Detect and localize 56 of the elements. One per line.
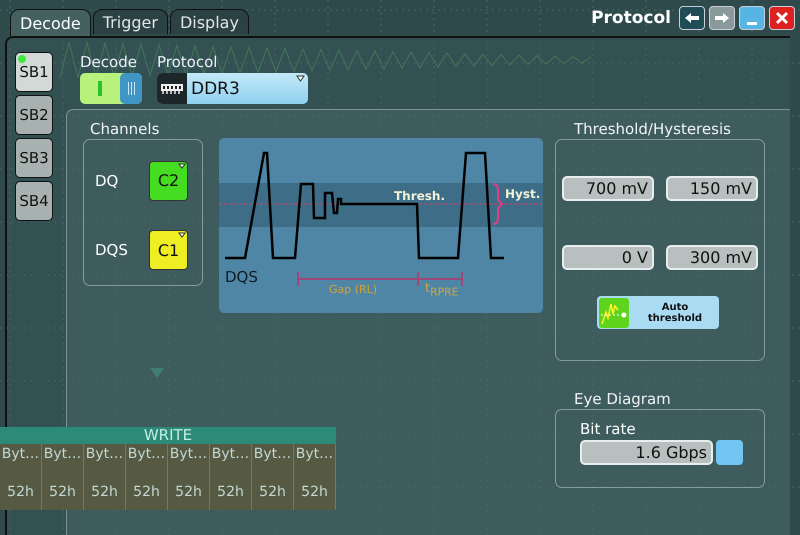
protocol-dropdown[interactable]: DDR3: [157, 73, 308, 104]
tab[interactable]: Trigger: [92, 9, 168, 34]
decode-label: Decode: [80, 53, 138, 71]
value-field[interactable]: 0 V: [562, 245, 654, 270]
source-selector[interactable]: C2: [149, 160, 188, 201]
left-arrow-icon: [684, 12, 700, 24]
value-field[interactable]: 300 mV: [666, 245, 758, 270]
section-title: Threshold/Hysteresis: [574, 120, 732, 139]
caret-icon: [296, 75, 305, 82]
auto-threshold-icon: [599, 298, 629, 328]
active-dot-icon: [18, 55, 26, 63]
section-title: Eye Diagram: [574, 390, 672, 409]
bus-frame: Byt… 52h: [126, 444, 168, 510]
bus-frame: Byt… 52h: [210, 444, 252, 510]
bit-rate-label: Bit rate: [580, 420, 637, 438]
protocol-label: Protocol: [157, 53, 218, 71]
side-tab[interactable]: SB2: [15, 95, 53, 135]
section-title: Channels: [90, 120, 160, 139]
caret-icon: [178, 162, 186, 169]
preamble-label: t$_{RPRE}$: [425, 281, 459, 299]
back-button[interactable]: [679, 6, 705, 30]
close-button[interactable]: [769, 6, 795, 30]
right-arrow-icon: [714, 12, 730, 24]
close-icon: [775, 11, 789, 25]
bus-label: WRITE: [0, 427, 336, 444]
trigger-marker-icon: [150, 368, 164, 378]
value-field[interactable]: 700 mV: [562, 176, 654, 201]
channel-label: DQ: [95, 172, 118, 190]
threshold-label: Thresh.: [394, 189, 446, 203]
side-tab[interactable]: SB4: [15, 181, 53, 221]
bus-frame: Byt… 52h: [84, 444, 126, 510]
auto-threshold-button[interactable]: Auto threshold: [597, 296, 719, 329]
tab[interactable]: Decode: [10, 9, 91, 36]
hysteresis-label: Hyst.: [505, 187, 540, 201]
bit-rate-field[interactable]: 1.6 Gbps: [580, 440, 713, 465]
source-selector[interactable]: C1: [149, 230, 188, 270]
gap-label: Gap (RL): [329, 283, 378, 296]
window-title: Protocol: [591, 8, 671, 28]
minimize-button[interactable]: [739, 6, 765, 30]
side-tab[interactable]: SB1: [15, 52, 53, 92]
side-tab[interactable]: SB3: [15, 138, 53, 178]
bus-frame: Byt… 52h: [252, 444, 294, 510]
keypad-button[interactable]: [716, 440, 743, 465]
bus-frame: Byt… 52h: [42, 444, 84, 510]
bus-frame: Byt… 52h: [0, 444, 42, 510]
memory-chip-icon: [160, 82, 184, 94]
signal-label: DQS: [225, 268, 258, 286]
tab[interactable]: Display: [170, 9, 249, 34]
decode-toggle[interactable]: [80, 73, 142, 104]
channel-label: DQS: [95, 241, 128, 260]
caret-icon: [178, 232, 186, 238]
value-field[interactable]: 150 mV: [666, 176, 758, 201]
bus-frame: Byt… 52h: [294, 444, 336, 510]
bus-frame: Byt… 52h: [168, 444, 210, 510]
minimize-icon: [747, 22, 757, 25]
hysteresis-brace: [492, 183, 503, 225]
